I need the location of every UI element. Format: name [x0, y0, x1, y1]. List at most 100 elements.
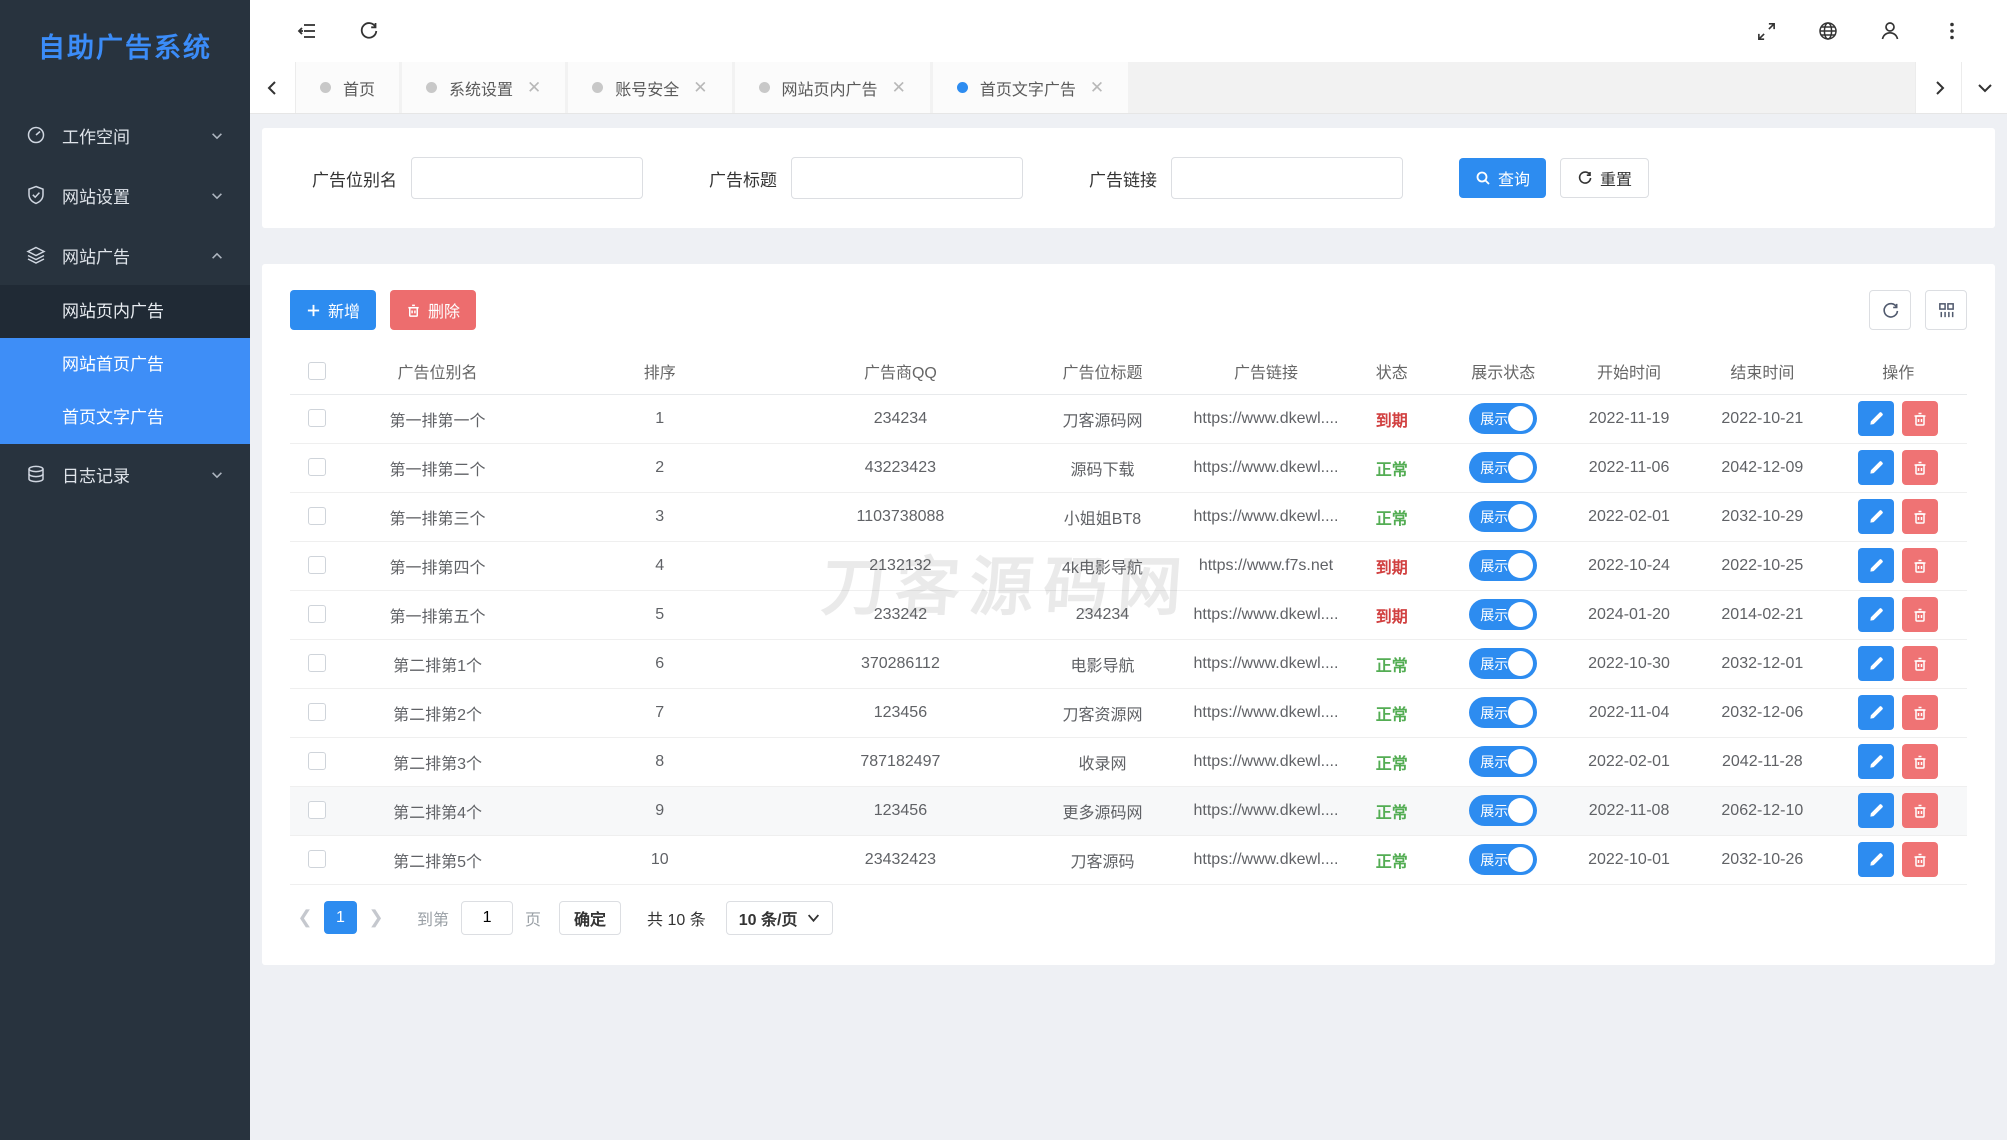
- actions-cell: [1829, 737, 1967, 786]
- delete-row-button[interactable]: [1902, 646, 1938, 681]
- tab[interactable]: 首页: [296, 62, 399, 113]
- next-page-icon[interactable]: ❯: [361, 907, 391, 928]
- fullscreen-icon[interactable]: [1755, 20, 1777, 42]
- table-header-row: 广告位别名排序广告商QQ广告位标题广告链接状态展示状态开始时间结束时间操作: [290, 348, 1967, 394]
- shield-icon: [26, 185, 46, 205]
- delete-row-button[interactable]: [1902, 744, 1938, 779]
- alias-cell: 第二排第5个: [344, 835, 532, 884]
- tab-close-icon[interactable]: ✕: [1090, 78, 1104, 98]
- display-toggle[interactable]: 展示: [1469, 648, 1537, 679]
- delete-button[interactable]: 删除: [390, 290, 476, 330]
- sidebar-subitem[interactable]: 网站首页广告: [0, 338, 250, 391]
- display-toggle[interactable]: 展示: [1469, 403, 1537, 434]
- edit-row-button[interactable]: [1858, 401, 1894, 436]
- tab[interactable]: 账号安全✕: [568, 62, 731, 113]
- sidebar-item[interactable]: 网站广告: [0, 225, 250, 285]
- prev-page-icon[interactable]: ❮: [290, 907, 320, 928]
- tab[interactable]: 首页文字广告✕: [933, 62, 1128, 113]
- link-input[interactable]: [1171, 157, 1403, 199]
- delete-row-button[interactable]: [1902, 548, 1938, 583]
- tab[interactable]: 网站页内广告✕: [735, 62, 930, 113]
- tabs-scroll-left-icon[interactable]: [250, 62, 296, 113]
- refresh-table-icon[interactable]: [1869, 290, 1911, 330]
- delete-row-button[interactable]: [1902, 793, 1938, 828]
- edit-row-button[interactable]: [1858, 499, 1894, 534]
- language-globe-icon[interactable]: [1817, 20, 1839, 42]
- start-date-cell: 2022-11-06: [1563, 443, 1695, 492]
- more-menu-icon[interactable]: [1941, 20, 1963, 42]
- edit-row-button[interactable]: [1858, 842, 1894, 877]
- edit-row-button[interactable]: [1858, 597, 1894, 632]
- confirm-page-button[interactable]: 确定: [559, 901, 621, 935]
- tab[interactable]: 系统设置✕: [402, 62, 565, 113]
- delete-row-button[interactable]: [1902, 695, 1938, 730]
- page-size-select[interactable]: 10 条/页: [726, 901, 834, 935]
- select-all-checkbox[interactable]: [308, 362, 326, 380]
- display-toggle[interactable]: 展示: [1469, 844, 1537, 875]
- alias-input[interactable]: [411, 157, 643, 199]
- row-checkbox[interactable]: [308, 507, 326, 525]
- sidebar-item[interactable]: 日志记录: [0, 444, 250, 504]
- table-row: 第二排第5个1023432423刀客源码https://www.dkewl...…: [290, 835, 1967, 884]
- sidebar-subitem[interactable]: 网站页内广告: [0, 285, 250, 338]
- display-toggle[interactable]: 展示: [1469, 746, 1537, 777]
- query-button[interactable]: 查询: [1459, 158, 1546, 198]
- delete-row-button[interactable]: [1902, 499, 1938, 534]
- display-toggle[interactable]: 展示: [1469, 599, 1537, 630]
- tabs-scroll-right-icon[interactable]: [1915, 62, 1961, 113]
- tabs-dropdown-icon[interactable]: [1961, 62, 2007, 113]
- edit-row-button[interactable]: [1858, 548, 1894, 583]
- row-checkbox[interactable]: [308, 409, 326, 427]
- start-date-cell: 2022-11-04: [1563, 688, 1695, 737]
- delete-row-button[interactable]: [1902, 597, 1938, 632]
- user-icon[interactable]: [1879, 20, 1901, 42]
- row-checkbox[interactable]: [308, 458, 326, 476]
- display-toggle[interactable]: 展示: [1469, 452, 1537, 483]
- display-state-cell: 展示: [1444, 394, 1563, 443]
- delete-row-button[interactable]: [1902, 401, 1938, 436]
- display-toggle[interactable]: 展示: [1469, 697, 1537, 728]
- status-cell: 正常: [1340, 443, 1444, 492]
- display-toggle[interactable]: 展示: [1469, 550, 1537, 581]
- display-toggle[interactable]: 展示: [1469, 795, 1537, 826]
- column-header: 广告位标题: [1013, 348, 1192, 394]
- edit-row-button[interactable]: [1858, 695, 1894, 730]
- refresh-page-icon[interactable]: [358, 20, 380, 42]
- reset-button[interactable]: 重置: [1560, 158, 1649, 198]
- row-checkbox[interactable]: [308, 605, 326, 623]
- edit-row-button[interactable]: [1858, 793, 1894, 828]
- delete-row-button[interactable]: [1902, 842, 1938, 877]
- dashboard-icon: [26, 125, 46, 145]
- sidebar-item-label: 工作空间: [62, 123, 210, 148]
- layers-icon: [26, 245, 46, 265]
- edit-row-button[interactable]: [1858, 744, 1894, 779]
- page-number-button[interactable]: 1: [324, 901, 357, 934]
- row-checkbox[interactable]: [308, 556, 326, 574]
- display-toggle[interactable]: 展示: [1469, 501, 1537, 532]
- add-button[interactable]: 新增: [290, 290, 376, 330]
- edit-row-button[interactable]: [1858, 450, 1894, 485]
- row-checkbox[interactable]: [308, 654, 326, 672]
- delete-row-button[interactable]: [1902, 450, 1938, 485]
- row-checkbox[interactable]: [308, 801, 326, 819]
- column-header: 操作: [1829, 348, 1967, 394]
- sidebar-item[interactable]: 网站设置: [0, 165, 250, 225]
- qq-cell: 123456: [788, 688, 1013, 737]
- title-input[interactable]: [791, 157, 1023, 199]
- tab-close-icon[interactable]: ✕: [693, 78, 707, 98]
- row-checkbox[interactable]: [308, 752, 326, 770]
- collapse-sidebar-icon[interactable]: [296, 20, 318, 42]
- table-panel: 新增 删除: [262, 264, 1995, 965]
- sidebar-subitem[interactable]: 首页文字广告: [0, 391, 250, 444]
- tab-close-icon[interactable]: ✕: [527, 78, 541, 98]
- goto-page-input[interactable]: [461, 901, 513, 935]
- tab-close-icon[interactable]: ✕: [892, 78, 906, 98]
- column-settings-icon[interactable]: [1925, 290, 1967, 330]
- sidebar-item[interactable]: 工作空间: [0, 105, 250, 165]
- row-select-cell: [290, 737, 344, 786]
- actions-cell: [1829, 443, 1967, 492]
- edit-row-button[interactable]: [1858, 646, 1894, 681]
- row-checkbox[interactable]: [308, 850, 326, 868]
- row-checkbox[interactable]: [308, 703, 326, 721]
- page-size-label: 10 条/页: [739, 906, 798, 930]
